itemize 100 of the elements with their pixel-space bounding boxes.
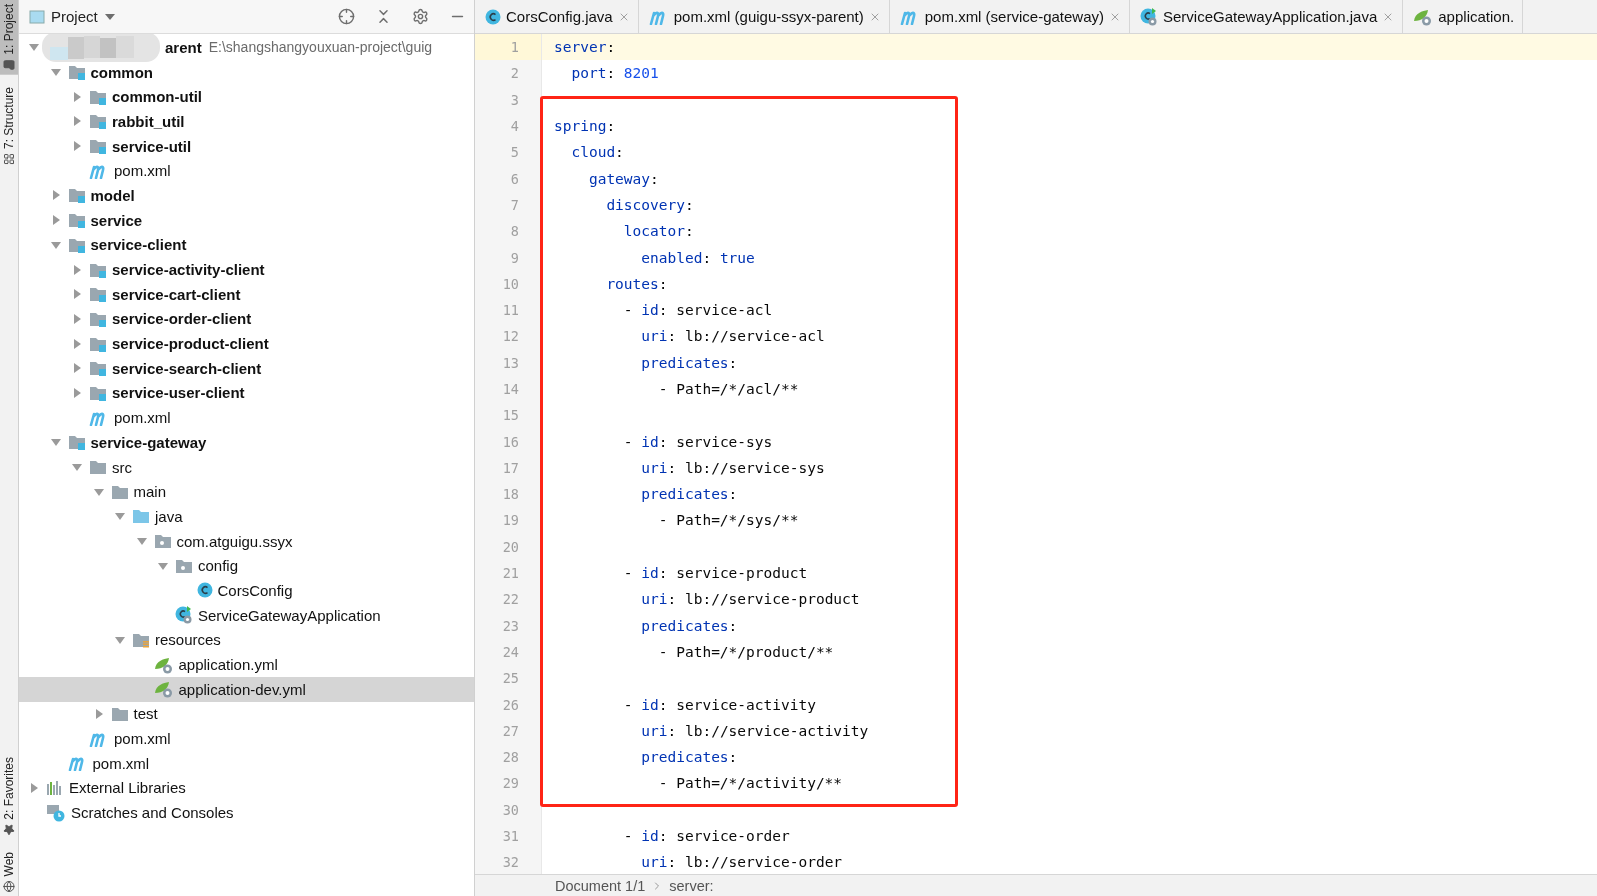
editor-tab[interactable]: pom.xml (service-gateway) — [889, 0, 1130, 33]
editor-tab[interactable]: CorsConfig.java — [475, 0, 639, 33]
tree-item[interactable]: service-util — [19, 133, 474, 159]
locate-icon[interactable] — [338, 8, 355, 25]
tree-item[interactable]: com.atguigu.ssyx — [19, 528, 474, 554]
tree-item[interactable]: pom.xml — [19, 158, 474, 184]
line-number: 29 — [475, 770, 542, 797]
tree-item[interactable]: java — [19, 504, 474, 529]
tree-item-label: pom.xml — [92, 754, 150, 772]
tree-item[interactable]: CorsConfig — [19, 578, 474, 603]
tree-item[interactable]: service-cart-client — [19, 281, 474, 307]
code-text: - id: service-order — [622, 828, 790, 845]
editor-tab[interactable]: ServiceGatewayApplication.java — [1130, 0, 1404, 33]
code-text: gateway: — [587, 170, 659, 187]
panel-title[interactable]: Project — [51, 8, 98, 25]
tree-item[interactable]: pom.xml — [19, 726, 474, 751]
collapsed-arrow-icon[interactable] — [28, 781, 40, 794]
tree-item[interactable]: application-dev.yml — [19, 676, 474, 702]
line-number: 6 — [475, 165, 542, 192]
tab-label: pom.xml (service-gateway) — [924, 8, 1104, 25]
tree-item[interactable]: External Libraries — [19, 775, 474, 801]
libraries-icon — [46, 779, 64, 796]
collapsed-arrow-icon[interactable] — [71, 140, 83, 153]
collapsed-arrow-icon[interactable] — [71, 337, 83, 350]
collapsed-arrow-icon[interactable] — [71, 288, 83, 301]
tree-item-label: service-gateway — [90, 433, 207, 451]
module-folder-icon — [67, 236, 86, 253]
code-text: enabled: true — [640, 249, 755, 266]
tree-item[interactable]: pom.xml — [19, 750, 474, 776]
collapsed-arrow-icon[interactable] — [71, 362, 83, 375]
resources-folder-icon — [132, 631, 150, 648]
line-number: 3 — [475, 86, 542, 113]
tree-item-label: service-user-client — [112, 384, 245, 402]
tool-window-tab[interactable]: 7: Structure — [0, 82, 18, 169]
collapsed-arrow-icon[interactable] — [71, 263, 83, 276]
line-number: 25 — [475, 665, 542, 692]
code-text: - id: service-activity — [622, 696, 816, 713]
code-text: spring: — [554, 118, 616, 135]
tree-item[interactable]: main — [19, 479, 474, 505]
class-icon — [196, 582, 213, 599]
editor-tab[interactable]: pom.xml (guigu-ssyx-parent) — [638, 0, 890, 33]
module-folder-icon — [89, 138, 107, 155]
caret-icon[interactable] — [103, 12, 116, 21]
tool-window-tab[interactable]: Web — [0, 847, 18, 896]
breadcrumb-item[interactable]: Document 1/1 — [555, 877, 646, 894]
tree-item[interactable]: common — [19, 59, 474, 85]
tree-item[interactable]: service-product-client — [19, 331, 474, 356]
tree-item-label: pom.xml — [114, 162, 171, 180]
tree-item-label: service-activity-client — [112, 261, 265, 279]
line-number: 9 — [475, 244, 542, 271]
collapsed-arrow-icon[interactable] — [71, 90, 83, 103]
tool-window-tab[interactable]: 2: Favorites — [0, 752, 18, 840]
collapsed-arrow-icon[interactable] — [71, 386, 83, 399]
tree-item-label: service-product-client — [112, 335, 269, 353]
tree-item[interactable]: application.yml — [19, 652, 474, 677]
tree-item[interactable]: service-order-client — [19, 306, 474, 332]
leaf-gear-icon — [1413, 7, 1434, 26]
code-text: server: — [554, 39, 616, 56]
breadcrumb-item[interactable]: server: — [669, 877, 714, 894]
tree-item-label: common — [90, 63, 153, 81]
tree-item[interactable]: service-user-client — [19, 380, 474, 406]
code-text: uri: lb://service-order — [640, 854, 843, 871]
code-text: predicates: — [640, 486, 738, 503]
line-number: 13 — [475, 349, 542, 376]
tree-item[interactable]: service-client — [19, 232, 474, 258]
tree-item-label: application-dev.yml — [178, 680, 306, 698]
tree-item[interactable]: config — [19, 553, 474, 579]
tree-item[interactable]: service-activity-client — [19, 257, 474, 282]
tree-item-label: service — [90, 211, 143, 229]
spring-class-icon — [1140, 7, 1158, 26]
tool-window-tab[interactable]: 1: Project — [0, 0, 18, 75]
tree-item[interactable]: common-util — [19, 84, 474, 110]
settings-icon[interactable] — [412, 8, 429, 25]
code-text: - id: service-acl — [622, 302, 773, 319]
code-text: predicates: — [640, 354, 738, 371]
line-number: 22 — [475, 586, 542, 613]
tree-item-label: arent — [165, 38, 202, 56]
tree-item[interactable]: rabbit_util — [19, 109, 474, 134]
collapsed-arrow-icon[interactable] — [71, 312, 83, 325]
tree-item[interactable]: pom.xml — [19, 405, 474, 430]
line-number: 23 — [475, 612, 542, 639]
tree-item[interactable]: resources — [19, 627, 474, 653]
line-number: 12 — [475, 323, 542, 350]
tree-item[interactable]: test — [19, 701, 474, 727]
code-text: routes: — [605, 275, 668, 292]
tree-item-label: ServiceGatewayApplication — [198, 606, 381, 624]
tree-item[interactable]: service-search-client — [19, 355, 474, 381]
tree-item[interactable]: model — [19, 183, 474, 208]
code-text: port: 8201 — [570, 65, 659, 82]
tree-item[interactable]: service — [19, 207, 474, 233]
editor-tab[interactable]: application. — [1403, 0, 1524, 33]
tree-item[interactable]: service-gateway — [19, 430, 474, 455]
tree-item-label: java — [155, 507, 183, 525]
tree-item[interactable]: ServiceGatewayApplication — [19, 602, 474, 628]
tree-item-label: External Libraries — [69, 779, 186, 797]
tree-item[interactable]: arent E:\shangshangyouxuan-project\guig — [19, 35, 474, 60]
code-text: - id: service-product — [622, 565, 808, 582]
tree-item[interactable]: src — [19, 454, 474, 480]
collapsed-arrow-icon[interactable] — [71, 115, 83, 128]
tree-item[interactable]: Scratches and Consoles — [19, 800, 474, 825]
